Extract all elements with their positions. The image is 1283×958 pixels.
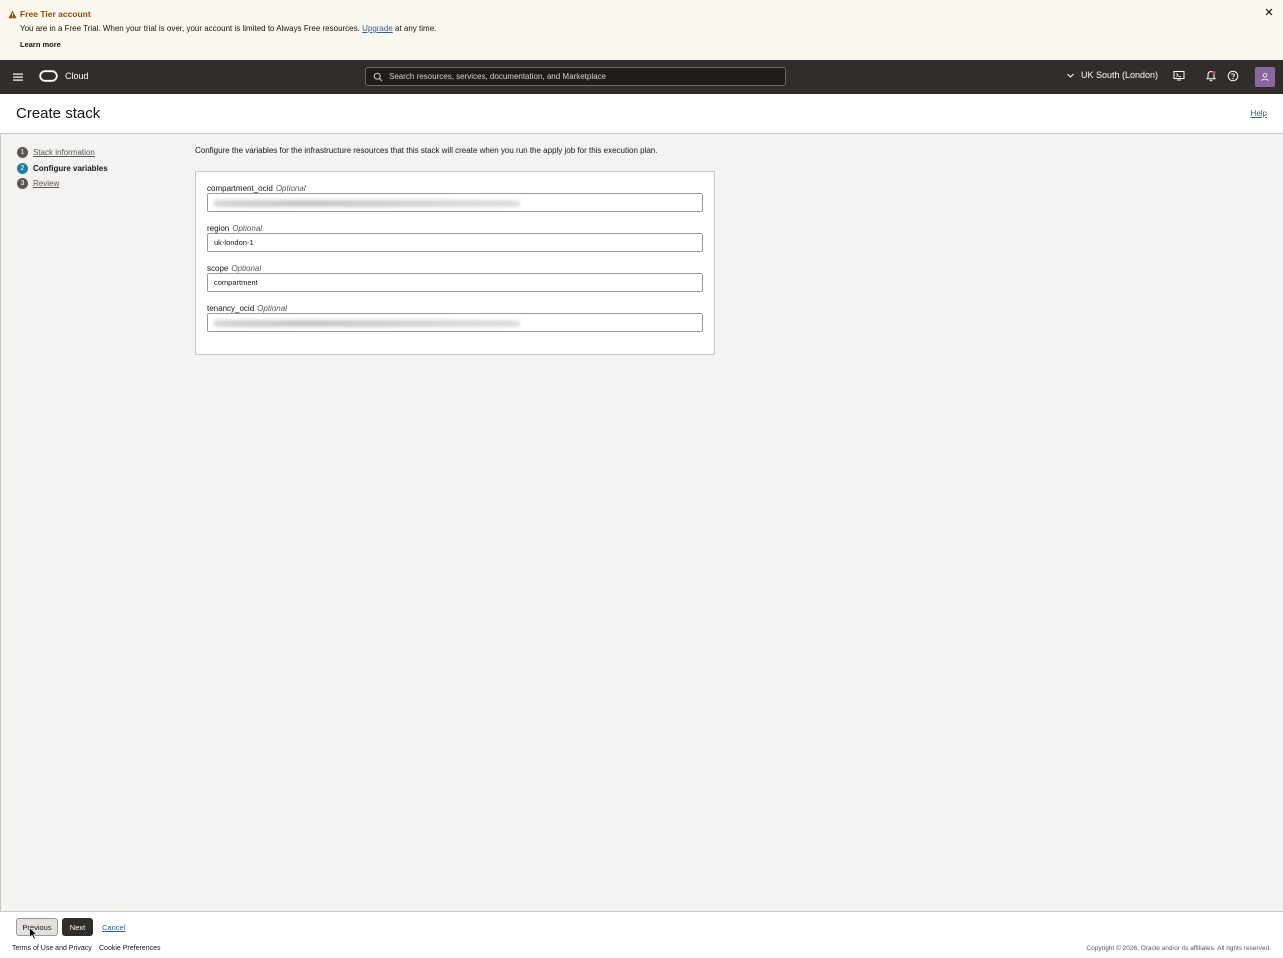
avatar[interactable] xyxy=(1255,67,1275,87)
search-icon xyxy=(373,72,383,82)
field-label: scope Optional xyxy=(207,264,261,273)
learn-more-link[interactable]: Learn more xyxy=(20,40,61,49)
step-number: 3 xyxy=(17,178,28,190)
field-name: scope xyxy=(207,264,229,273)
copyright-text: Copyright © 2026, Oracle and/or its affi… xyxy=(1086,945,1271,952)
field-name: tenancy_ocid xyxy=(207,304,255,313)
tenancy-ocid-input[interactable] xyxy=(207,313,703,332)
redacted-value xyxy=(214,320,520,327)
page-footer: Terms of Use and Privacy Cookie Preferen… xyxy=(0,941,1283,958)
menu-icon[interactable] xyxy=(12,71,24,83)
left-border xyxy=(0,134,1,911)
optional-tag: Optional xyxy=(232,224,263,233)
brand-name: Cloud xyxy=(65,71,89,81)
warning-icon xyxy=(8,10,17,18)
region-selector[interactable]: UK South (London) xyxy=(1066,70,1158,80)
bell-icon[interactable] xyxy=(1205,70,1217,82)
region-name: UK South (London) xyxy=(1081,70,1159,80)
field-label: compartment_ocid Optional xyxy=(207,184,306,193)
cloud-shell-icon[interactable] xyxy=(1173,70,1185,82)
page-description: Configure the variables for the infrastr… xyxy=(195,146,658,155)
banner-message: You are in a Free Trial. When your trial… xyxy=(20,24,436,33)
chevron-down-icon xyxy=(1067,73,1074,78)
oracle-cloud-logo[interactable]: Cloud xyxy=(39,70,89,82)
banner-message-end: at any time. xyxy=(395,24,437,33)
free-tier-banner: Free Tier account You are in a Free Tria… xyxy=(0,0,1283,60)
cookie-preferences-link[interactable]: Cookie Preferences xyxy=(99,945,160,952)
help-link[interactable]: Help xyxy=(1251,109,1267,118)
optional-tag: Optional xyxy=(275,184,306,193)
page-title: Create stack xyxy=(16,105,101,122)
banner-message-text: You are in a Free Trial. When your trial… xyxy=(20,24,360,33)
compartment-ocid-input[interactable] xyxy=(207,193,703,212)
mouse-cursor-icon xyxy=(29,927,38,940)
step-stack-information[interactable]: 1 Stack information xyxy=(17,145,108,161)
step-number: 1 xyxy=(17,147,28,159)
banner-title-text: Free Tier account xyxy=(20,9,91,19)
terms-link[interactable]: Terms of Use and Privacy xyxy=(12,945,92,952)
global-search[interactable] xyxy=(365,67,786,86)
optional-tag: Optional xyxy=(257,304,287,313)
page-header: Create stack Help xyxy=(0,94,1283,134)
user-icon xyxy=(1261,73,1269,82)
search-input[interactable] xyxy=(389,69,779,84)
step-label: Configure variables xyxy=(33,163,108,173)
redacted-value xyxy=(214,200,520,207)
step-review[interactable]: 3 Review xyxy=(17,176,108,192)
scope-input[interactable] xyxy=(207,273,703,292)
next-button[interactable]: Next xyxy=(62,918,93,936)
optional-tag: Optional xyxy=(231,264,262,273)
top-navigation-bar: Cloud UK South (London) xyxy=(0,60,1283,94)
field-name: compartment_ocid xyxy=(207,184,273,193)
field-name: region xyxy=(207,224,230,233)
field-compartment-ocid: compartment_ocid Optional xyxy=(207,184,703,212)
close-icon[interactable] xyxy=(1263,6,1275,18)
field-label: tenancy_ocid Optional xyxy=(207,304,287,313)
oracle-logo-icon xyxy=(39,70,58,82)
field-label: region Optional xyxy=(207,224,262,233)
field-scope: scope Optional xyxy=(207,264,703,292)
wizard-action-bar: Previous Next Cancel xyxy=(0,911,1283,941)
banner-title: Free Tier account xyxy=(8,9,91,19)
field-tenancy-ocid: tenancy_ocid Optional xyxy=(207,304,703,332)
step-number: 2 xyxy=(17,162,28,174)
upgrade-link[interactable]: Upgrade xyxy=(362,24,393,33)
help-icon[interactable] xyxy=(1227,70,1239,82)
cancel-button[interactable]: Cancel xyxy=(102,923,125,932)
variables-panel: compartment_ocid Optional region Optional … xyxy=(195,171,715,355)
region-input[interactable] xyxy=(207,233,703,252)
step-label[interactable]: Stack information xyxy=(33,148,95,157)
step-configure-variables: 2 Configure variables xyxy=(17,161,108,177)
field-region: region Optional xyxy=(207,224,703,252)
step-label[interactable]: Review xyxy=(33,179,59,188)
wizard-steps: 1 Stack information 2 Configure variable… xyxy=(17,145,108,192)
